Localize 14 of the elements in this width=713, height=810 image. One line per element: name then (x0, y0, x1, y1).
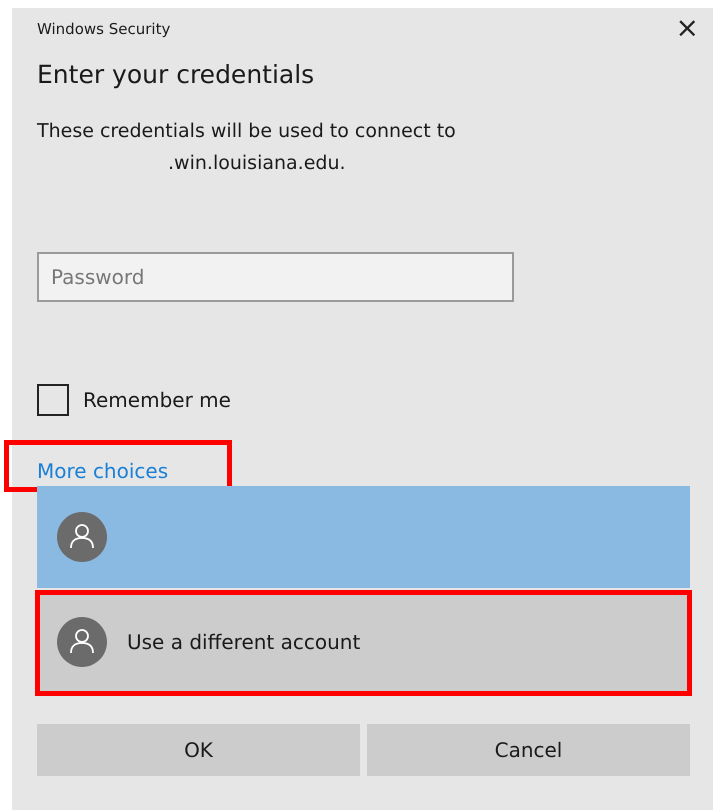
dialog-heading: Enter your credentials (37, 60, 316, 91)
checkbox[interactable] (37, 384, 69, 416)
account-option[interactable] (37, 486, 690, 588)
message-text: .win.louisiana.edu. (167, 151, 347, 176)
checkbox-label: Remember me (83, 387, 231, 414)
user-avatar-icon (57, 617, 107, 667)
close-button[interactable]: × (670, 12, 705, 44)
account-option[interactable]: Use a different account (37, 592, 690, 692)
password-field[interactable]: Password (37, 252, 514, 302)
dialog-button[interactable]: OK (37, 724, 360, 776)
window-title: Windows Security (37, 19, 170, 40)
message-text: These credentials will be used to connect to (37, 119, 457, 144)
user-avatar-icon (57, 512, 107, 562)
dialog-button[interactable]: Cancel (367, 724, 690, 776)
